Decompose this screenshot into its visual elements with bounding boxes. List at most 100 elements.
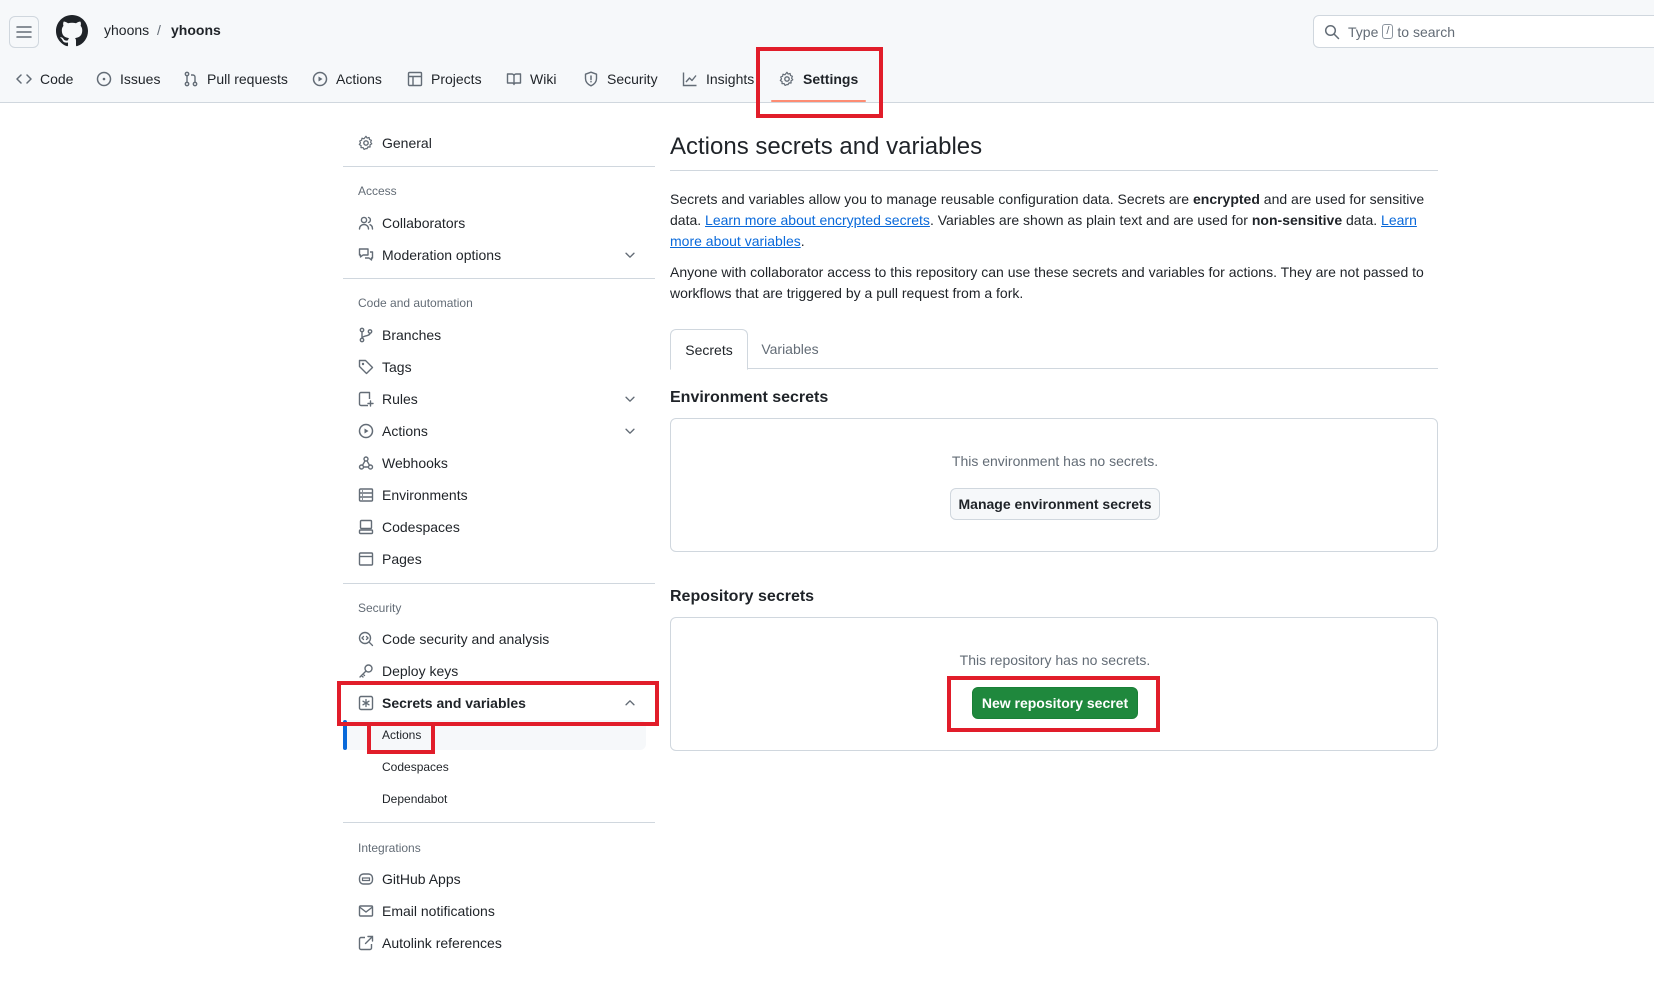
play-icon	[358, 423, 374, 439]
sidebar-item-rules[interactable]: Rules	[343, 383, 655, 415]
tab-projects[interactable]: Projects	[407, 64, 482, 94]
browser-icon	[358, 552, 374, 566]
tab-secrets[interactable]: Secrets	[670, 329, 748, 370]
sidebar-item-deploy-keys[interactable]: Deploy keys	[343, 655, 655, 687]
repository-secrets-box: This repository has no secrets. New repo…	[670, 617, 1438, 751]
menu-button[interactable]	[9, 16, 39, 48]
sidebar-item-pages[interactable]: Pages	[343, 543, 655, 575]
server-icon	[358, 488, 374, 502]
chevron-up-icon[interactable]	[623, 696, 637, 710]
title-divider	[670, 170, 1438, 171]
sidebar-divider	[343, 166, 655, 167]
chevron-down-icon[interactable]	[623, 424, 637, 438]
sidebar-item-collaborators[interactable]: Collaborators	[343, 207, 655, 239]
tag-icon	[358, 359, 374, 375]
table-icon	[407, 71, 423, 87]
sidebar-item-moderation-options[interactable]: Moderation options	[343, 239, 655, 271]
chevron-down-icon[interactable]	[623, 248, 637, 262]
sidebar-item-webhooks[interactable]: Webhooks	[343, 447, 655, 479]
sidebar-item-label: GitHub Apps	[382, 871, 461, 887]
sidebar-item-general[interactable]: General	[343, 127, 655, 159]
sidebar-item-label: Codespaces	[382, 519, 460, 535]
tab-settings[interactable]: Settings	[770, 64, 867, 102]
sidebar-item-codespaces[interactable]: Codespaces	[343, 511, 655, 543]
sidebar-item-email-notifications[interactable]: Email notifications	[343, 895, 655, 927]
sidebar-group-security: Security	[358, 601, 402, 615]
key-asterisk-icon	[358, 695, 374, 711]
webhook-icon	[358, 456, 374, 470]
search-shortcut-key: /	[1382, 24, 1394, 39]
key-icon	[359, 664, 373, 678]
tab-code[interactable]: Code	[16, 64, 73, 94]
description-collaborators: Anyone with collaborator access to this …	[670, 264, 1424, 301]
sidebar-subitem-codespaces[interactable]: Codespaces	[343, 752, 646, 782]
play-icon	[312, 71, 328, 87]
selected-indicator	[343, 720, 347, 750]
sidebar-subitem-actions[interactable]: Actions	[343, 720, 646, 750]
tab-settings-label: Settings	[803, 71, 859, 87]
tab-actions-label: Actions	[336, 71, 382, 87]
sidebar-subitem-label: Actions	[382, 728, 422, 742]
sidebar-item-label: Code security and analysis	[382, 631, 550, 647]
sidebar-item-branches[interactable]: Branches	[343, 319, 655, 351]
sidebar-item-code-security[interactable]: Code security and analysis	[343, 623, 655, 655]
sidebar-divider	[343, 822, 655, 823]
sidebar-item-github-apps[interactable]: GitHub Apps	[343, 863, 655, 895]
book-icon	[506, 73, 522, 86]
search-icon	[1324, 24, 1340, 39]
tab-insights[interactable]: Insights	[682, 64, 754, 94]
sidebar-item-label: Branches	[382, 327, 442, 343]
shield-icon	[584, 71, 598, 87]
environment-secrets-heading: Environment secrets	[670, 389, 829, 406]
hamburger-icon	[16, 26, 32, 38]
environment-empty-message: This environment has no secrets.	[951, 453, 1159, 469]
tab-actions[interactable]: Actions	[312, 64, 382, 94]
sidebar-item-label: Pages	[382, 551, 422, 567]
tab-security-label: Security	[607, 71, 658, 87]
tab-insights-label: Insights	[706, 71, 755, 87]
chevron-down-icon[interactable]	[623, 392, 637, 406]
tab-issues[interactable]: Issues	[96, 64, 160, 94]
sidebar-subitem-label: Dependabot	[382, 792, 448, 806]
tab-projects-label: Projects	[431, 71, 482, 87]
sidebar-item-actions[interactable]: Actions	[343, 415, 655, 447]
sidebar-item-label: Rules	[382, 391, 418, 407]
sidebar-item-label: Webhooks	[382, 455, 448, 471]
repository-secrets-heading: Repository secrets	[670, 588, 815, 605]
repo-push-icon	[358, 391, 374, 407]
breadcrumb-repo[interactable]: yhoons	[171, 22, 221, 38]
sidebar-item-tags[interactable]: Tags	[343, 351, 655, 383]
tab-variables[interactable]: Variables	[748, 329, 832, 369]
tab-security[interactable]: Security	[583, 64, 658, 94]
learn-more-secrets-link[interactable]: Learn more about encrypted secrets	[705, 212, 930, 228]
hubot-icon	[358, 873, 374, 885]
sidebar-item-label: Environments	[382, 487, 468, 503]
sidebar-divider	[343, 278, 655, 279]
codespaces-icon	[358, 519, 374, 535]
sidebar-item-autolink-references[interactable]: Autolink references	[343, 927, 655, 959]
sidebar-item-label: Moderation options	[382, 247, 502, 263]
sidebar-subitem-label: Codespaces	[382, 760, 449, 774]
search-placeholder-type: Type	[1348, 23, 1379, 40]
search-input[interactable]: Type / to search	[1313, 15, 1654, 48]
manage-environment-secrets-button[interactable]: Manage environment secrets	[950, 488, 1160, 520]
tab-code-label: Code	[40, 71, 74, 87]
tab-pull-requests-label: Pull requests	[207, 71, 288, 87]
sidebar-subitem-dependabot[interactable]: Dependabot	[343, 784, 646, 814]
link-external-icon	[358, 935, 374, 951]
sidebar-item-environments[interactable]: Environments	[343, 479, 655, 511]
new-repository-secret-button[interactable]: New repository secret	[972, 687, 1138, 719]
sidebar-group-code-automation: Code and automation	[358, 296, 473, 310]
repository-empty-message: This repository has no secrets.	[959, 652, 1151, 668]
tab-wiki[interactable]: Wiki	[506, 64, 556, 94]
sidebar-divider	[343, 583, 655, 584]
github-logo-icon[interactable]	[56, 15, 88, 47]
secrets-variables-tabs: Secrets Variables	[670, 329, 1438, 370]
tab-pull-requests[interactable]: Pull requests	[183, 64, 288, 94]
repo-header: yhoons / yhoons Type / to search Code Is…	[0, 0, 1654, 103]
breadcrumb-owner[interactable]: yhoons	[104, 22, 149, 38]
gear-icon	[358, 135, 373, 150]
sidebar-item-label: Email notifications	[382, 903, 495, 919]
search-placeholder-rest: to search	[1397, 23, 1456, 40]
sidebar-item-secrets-and-variables[interactable]: Secrets and variables	[343, 687, 655, 719]
